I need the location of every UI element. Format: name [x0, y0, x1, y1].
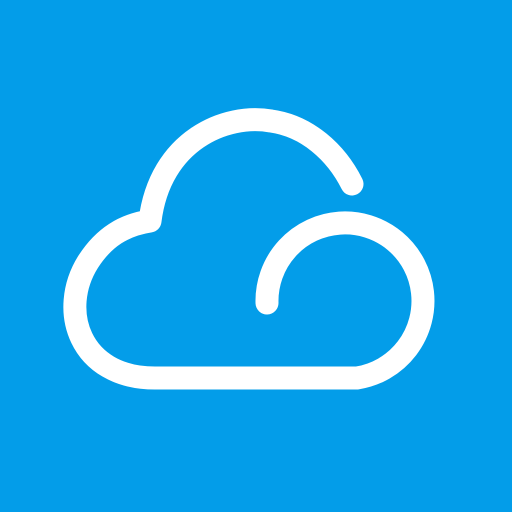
cloud-icon	[63, 108, 435, 390]
cloud-outline	[63, 108, 435, 390]
app-icon-tile	[0, 0, 512, 512]
